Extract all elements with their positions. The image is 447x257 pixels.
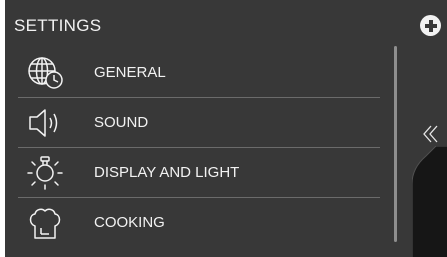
scrollbar[interactable]: [394, 46, 397, 242]
globe-clock-icon: [26, 56, 64, 90]
menu-item-cooking[interactable]: COOKING: [18, 198, 380, 248]
settings-menu: GENERAL SOUND DISPLAY AND LIGHT COOKING: [18, 48, 380, 248]
frame-edge: [0, 0, 5, 257]
menu-item-sound[interactable]: SOUND: [18, 98, 380, 148]
speaker-icon: [26, 106, 64, 140]
chef-hat-icon: [26, 206, 64, 240]
menu-item-label: DISPLAY AND LIGHT: [94, 164, 240, 181]
menu-item-label: COOKING: [94, 214, 165, 231]
menu-item-general[interactable]: GENERAL: [18, 48, 380, 98]
menu-item-label: GENERAL: [94, 64, 166, 81]
lightbulb-icon: [26, 156, 64, 190]
page-title: SETTINGS: [14, 16, 102, 35]
double-chevron-left-icon[interactable]: [420, 123, 442, 145]
settings-screen: SETTINGS GENERAL SOUND DISPLAY AND LIGHT…: [0, 0, 447, 257]
side-panel[interactable]: [412, 146, 447, 257]
menu-item-display-and-light[interactable]: DISPLAY AND LIGHT: [18, 148, 380, 198]
menu-item-label: SOUND: [94, 114, 149, 131]
plus-circle-icon[interactable]: [420, 15, 441, 36]
